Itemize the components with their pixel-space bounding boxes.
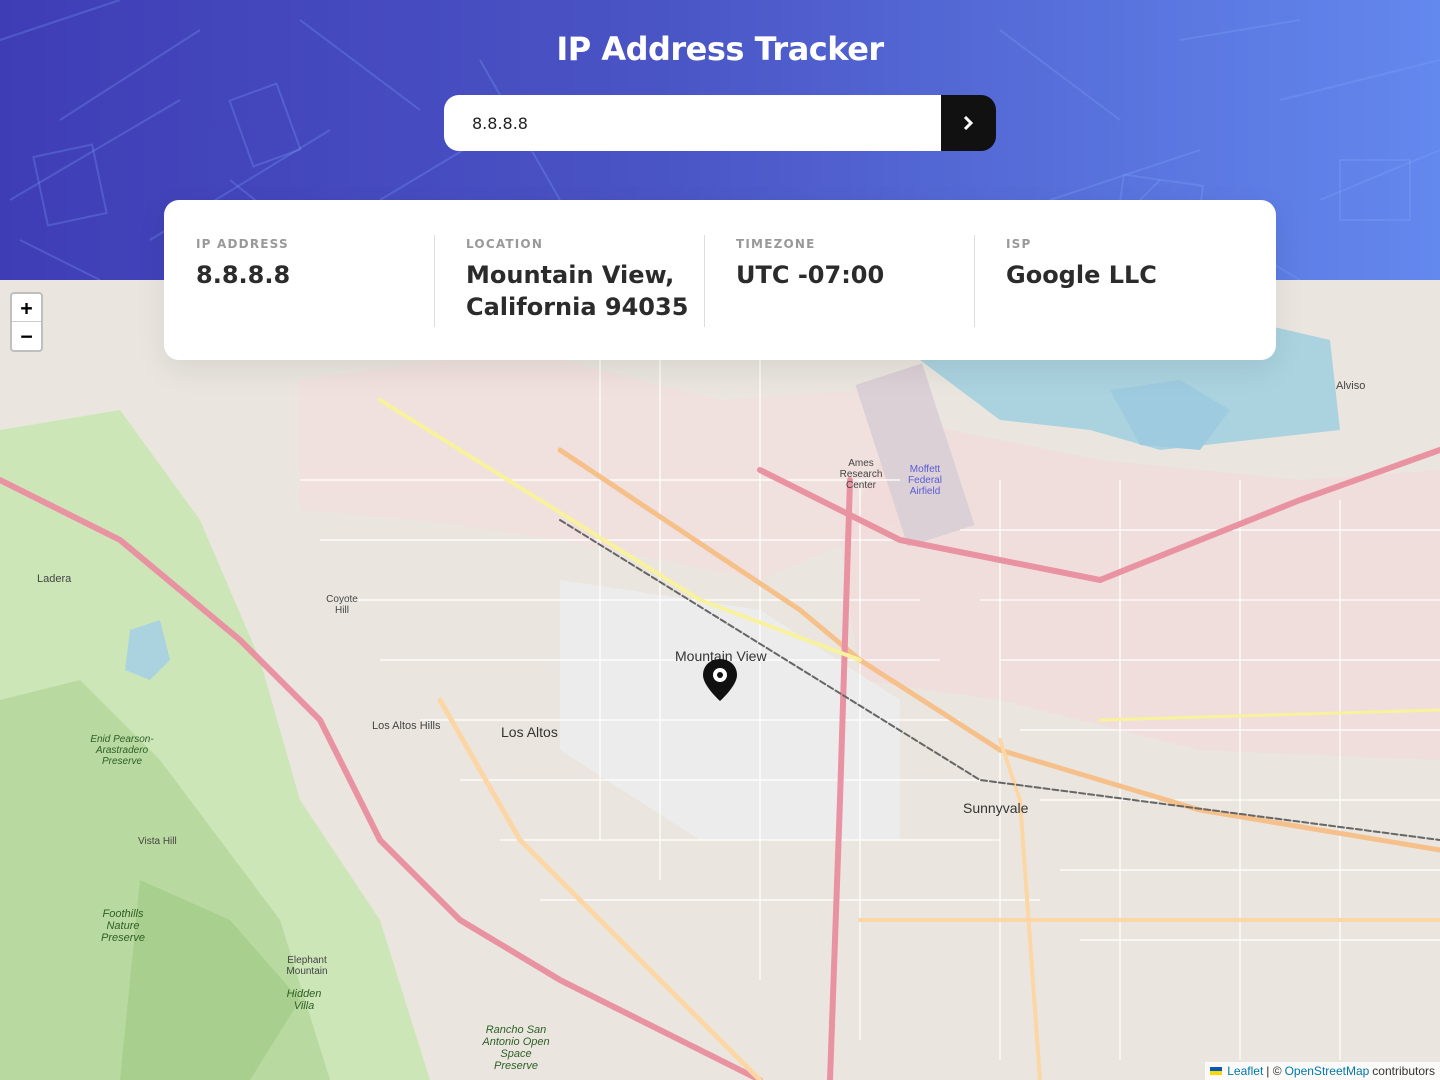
stat-timezone: TIMEZONE UTC -07:00 [704, 233, 974, 327]
stat-value: Mountain View, California 94035 [466, 261, 689, 321]
leaflet-link[interactable]: Leaflet [1227, 1064, 1263, 1078]
attribution-separator: | © [1266, 1064, 1282, 1078]
ip-info-card: IP ADDRESS 8.8.8.8 LOCATION Mountain Vie… [164, 200, 1276, 360]
attribution-suffix: contributors [1372, 1064, 1435, 1078]
map-label-coyote-hill: Coyote Hill [326, 594, 358, 616]
map-attribution: Leaflet | © OpenStreetMap contributors [1205, 1062, 1440, 1080]
stat-label: TIMEZONE [736, 237, 816, 251]
zoom-in-button[interactable]: + [12, 294, 41, 322]
location-pin-icon[interactable] [702, 658, 738, 702]
stat-value: UTC -07:00 [736, 261, 885, 289]
map-label-ladera: Ladera [37, 573, 72, 585]
map-label-sunnyvale: Sunnyvale [963, 800, 1029, 816]
ukraine-flag-icon [1210, 1067, 1223, 1075]
stat-isp: ISP Google LLC [974, 233, 1244, 327]
stat-label: ISP [1006, 237, 1032, 251]
map[interactable]: Mountain View Los Altos Los Altos Hills … [0, 280, 1440, 1080]
stat-location: LOCATION Mountain View, California 94035 [434, 233, 704, 327]
search-submit-button[interactable] [941, 95, 996, 151]
map-label-foothills: Foothills Nature Preserve [100, 908, 146, 944]
search-bar [444, 95, 996, 151]
stat-ip-address: IP ADDRESS 8.8.8.8 [196, 233, 434, 327]
map-label-elephant: Elephant Mountain [286, 955, 328, 977]
stat-value: 8.8.8.8 [196, 261, 291, 289]
map-label-los-altos: Los Altos [501, 724, 558, 740]
ip-search-input[interactable] [444, 95, 941, 151]
stat-label: LOCATION [466, 237, 544, 251]
zoom-control: + − [10, 292, 43, 352]
map-label-vista-hill: Vista Hill [138, 836, 177, 847]
map-label-los-altos-hills: Los Altos Hills [372, 720, 441, 732]
map-label-ames: Ames Research Center [839, 458, 883, 491]
map-label-alviso: Alviso [1336, 380, 1366, 392]
zoom-out-button[interactable]: − [12, 322, 41, 350]
map-label-rancho: Rancho San Antonio Open Space Preserve [482, 1024, 550, 1072]
map-label-moffett: Moffett Federal Airfield [908, 464, 942, 497]
stat-value: Google LLC [1006, 261, 1157, 289]
openstreetmap-link[interactable]: OpenStreetMap [1285, 1064, 1370, 1078]
map-label-enid: Enid Pearson-Arastradero Preserve [90, 734, 154, 767]
stat-label: IP ADDRESS [196, 237, 289, 251]
chevron-right-icon [963, 116, 974, 130]
map-label-hidden-villa: Hidden Villa [286, 988, 322, 1012]
page-title: IP Address Tracker [556, 30, 884, 68]
